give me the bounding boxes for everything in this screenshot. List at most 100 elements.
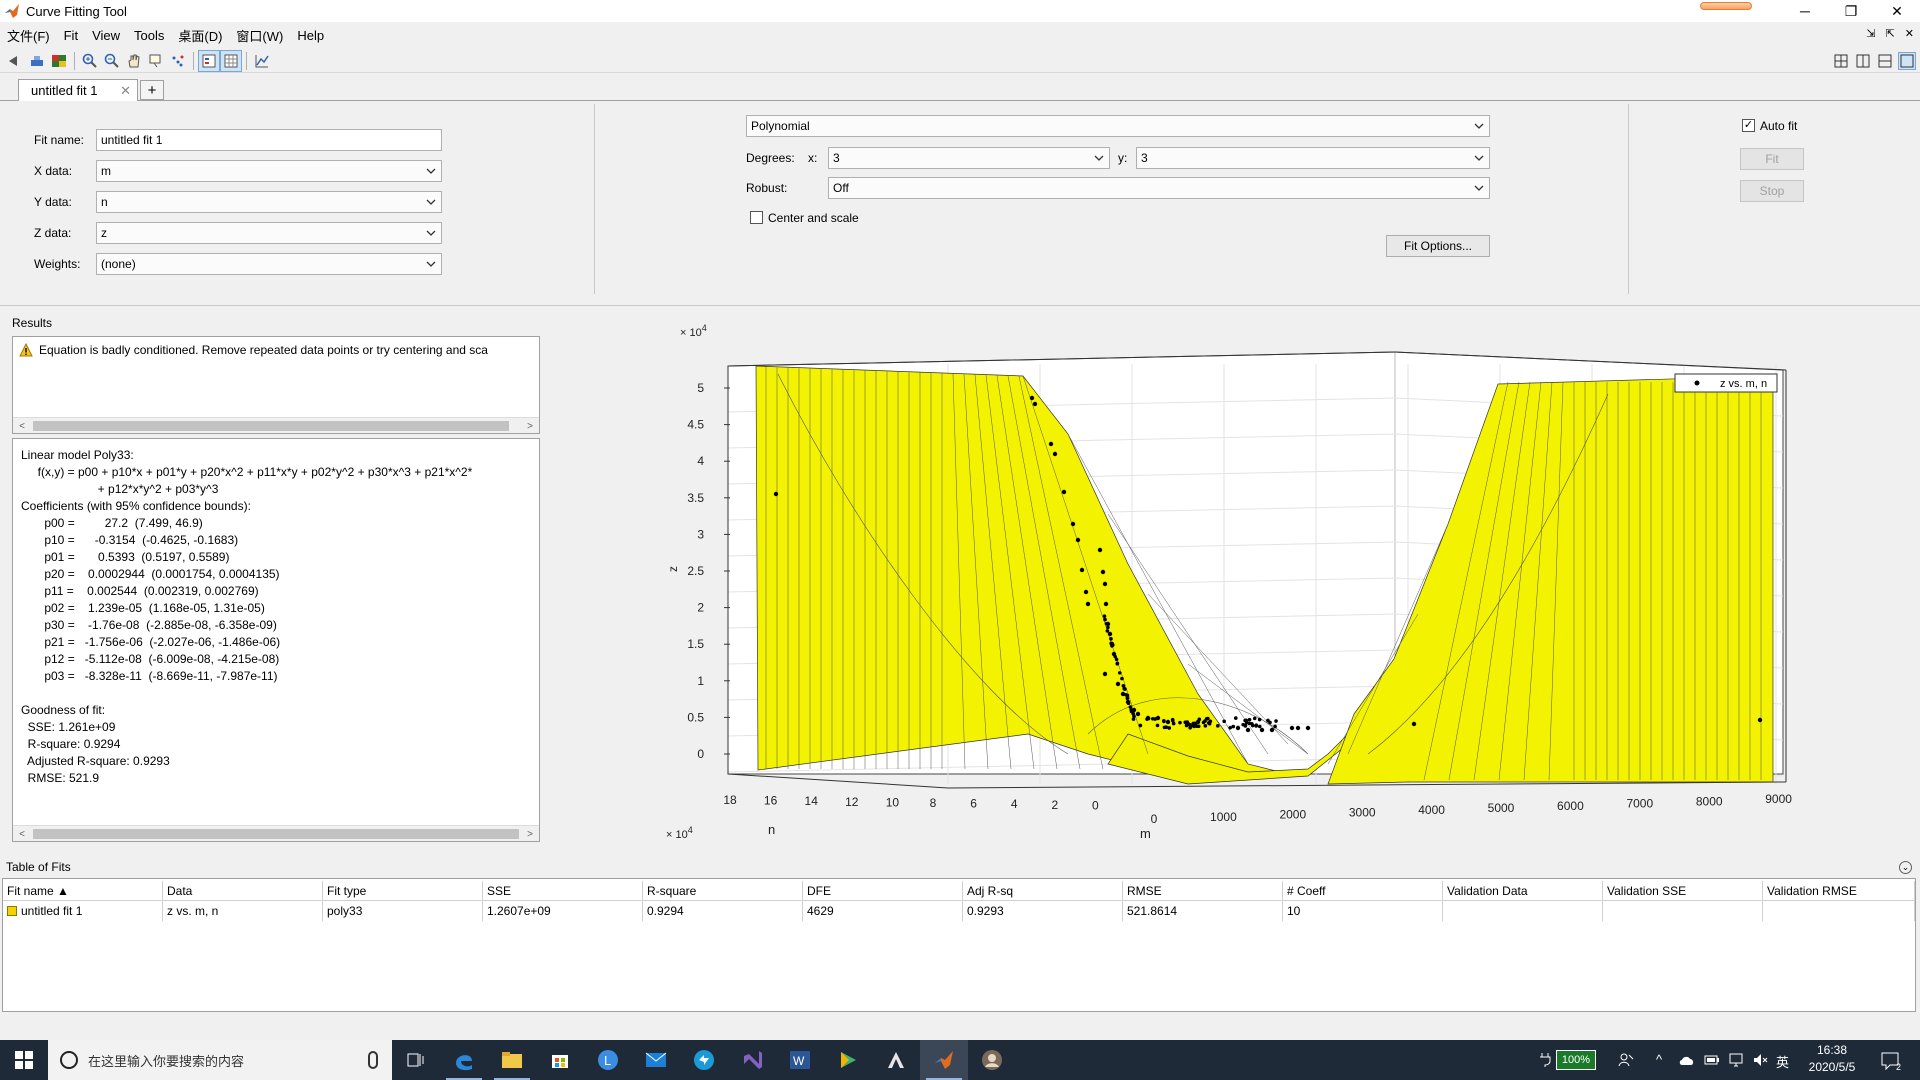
- show-hidden-icons-icon[interactable]: ^: [1656, 1052, 1662, 1067]
- volume-muted-icon[interactable]: [1752, 1052, 1768, 1068]
- column-header-data[interactable]: Data: [163, 881, 323, 901]
- edge-browser-icon[interactable]: [440, 1040, 488, 1080]
- column-header-fit-type[interactable]: Fit type: [323, 881, 483, 901]
- taskbar-search-box[interactable]: 在这里输入你要搜索的内容: [48, 1040, 392, 1080]
- arrow-icon[interactable]: [4, 50, 26, 72]
- results-scrollbar[interactable]: < >: [13, 825, 539, 841]
- fit-button[interactable]: Fit: [1740, 148, 1804, 170]
- task-view-icon[interactable]: [392, 1040, 440, 1080]
- layout-single-icon[interactable]: [1898, 52, 1916, 70]
- user-avatar-icon[interactable]: [968, 1040, 1016, 1080]
- battery-indicator[interactable]: 100%: [1556, 1050, 1596, 1070]
- word-icon[interactable]: W: [776, 1040, 824, 1080]
- legend-icon[interactable]: [198, 50, 220, 72]
- add-tab-button[interactable]: +: [140, 80, 164, 100]
- network-icon[interactable]: [1728, 1052, 1744, 1068]
- column-header-dfe[interactable]: DFE: [803, 881, 963, 901]
- column-header-fit-name[interactable]: Fit name ▲: [3, 881, 163, 901]
- maximize-button[interactable]: ❐: [1828, 0, 1874, 22]
- z-data-dropdown[interactable]: z: [96, 222, 442, 244]
- y-data-dropdown[interactable]: n: [96, 191, 442, 213]
- start-button[interactable]: [0, 1040, 48, 1080]
- layout-grid-icon[interactable]: [1832, 52, 1850, 70]
- grid-icon[interactable]: [220, 50, 242, 72]
- file-explorer-icon[interactable]: [488, 1040, 536, 1080]
- degree-x-dropdown[interactable]: 3: [828, 147, 1110, 169]
- people-icon[interactable]: [1618, 1052, 1634, 1068]
- battery-icon[interactable]: [1704, 1053, 1720, 1067]
- search-icon: [60, 1051, 78, 1069]
- store-icon[interactable]: [536, 1040, 584, 1080]
- column-header-validation-sse[interactable]: Validation SSE: [1603, 881, 1763, 901]
- colormap-icon[interactable]: [48, 50, 70, 72]
- robust-dropdown[interactable]: Off: [828, 177, 1490, 199]
- auto-fit-checkbox[interactable]: ✓: [1742, 119, 1755, 132]
- surface-plot[interactable]: 00.511.522.533.544.55 18 16 14 12 10 8 6 4 2 0 01…: [548, 314, 1920, 852]
- sync-app-icon[interactable]: [680, 1040, 728, 1080]
- column-header-sse[interactable]: SSE: [483, 881, 643, 901]
- mail-icon[interactable]: [632, 1040, 680, 1080]
- tab-close-icon[interactable]: ✕: [120, 83, 131, 99]
- microphone-icon[interactable]: [368, 1051, 378, 1069]
- system-clock[interactable]: 16:38 2020/5/5: [1800, 1042, 1864, 1076]
- center-scale-checkbox[interactable]: [750, 211, 763, 224]
- data-point: [1163, 726, 1167, 730]
- column-header-validation-rmse[interactable]: Validation RMSE: [1763, 881, 1915, 901]
- m-tick-label: 1000: [1210, 810, 1237, 824]
- zoom-out-icon[interactable]: [101, 50, 123, 72]
- fit-type-dropdown[interactable]: Polynomial: [746, 115, 1490, 137]
- scroll-left-icon[interactable]: <: [15, 419, 29, 433]
- column-header-num-coeff[interactable]: # Coeff: [1283, 881, 1443, 901]
- warning-scrollbar[interactable]: < >: [13, 417, 539, 433]
- fit-options-button[interactable]: Fit Options...: [1386, 235, 1490, 257]
- cell-fit-type: poly33: [323, 901, 483, 921]
- stop-button[interactable]: Stop: [1740, 180, 1804, 202]
- table-row[interactable]: untitled fit 1 z vs. m, n poly33 1.2607e…: [3, 901, 1915, 921]
- menu-help[interactable]: Help: [290, 28, 331, 43]
- data-cursor-icon[interactable]: [26, 50, 48, 72]
- dock-icon[interactable]: ⇱: [1886, 27, 1895, 40]
- plot-legend[interactable]: z vs. m, n: [1675, 374, 1777, 392]
- layout-columns-icon[interactable]: [1854, 52, 1872, 70]
- column-header-validation-data[interactable]: Validation Data: [1443, 881, 1603, 901]
- data-tips-icon[interactable]: [145, 50, 167, 72]
- lync-icon[interactable]: L: [584, 1040, 632, 1080]
- menu-window[interactable]: 窗口(W): [229, 26, 290, 45]
- scroll-right-icon[interactable]: >: [523, 827, 537, 841]
- scroll-left-icon[interactable]: <: [15, 827, 29, 841]
- menu-fit[interactable]: Fit: [57, 28, 85, 43]
- close-figure-icon[interactable]: ✕: [1905, 27, 1914, 40]
- column-header-rmse[interactable]: RMSE: [1123, 881, 1283, 901]
- collapse-icon[interactable]: ⌄: [1899, 861, 1912, 874]
- scroll-thumb[interactable]: [33, 421, 509, 431]
- undock-icon[interactable]: ⇲: [1866, 27, 1875, 40]
- autocad-icon[interactable]: [872, 1040, 920, 1080]
- close-button[interactable]: ✕: [1874, 0, 1920, 22]
- weights-dropdown[interactable]: (none): [96, 253, 442, 275]
- x-data-dropdown[interactable]: m: [96, 160, 442, 182]
- zoom-in-icon[interactable]: [79, 50, 101, 72]
- pan-hand-icon[interactable]: [123, 50, 145, 72]
- menu-file[interactable]: 文件(F): [0, 26, 57, 45]
- column-header-r-square[interactable]: R-square: [643, 881, 803, 901]
- menu-tools[interactable]: Tools: [127, 28, 171, 43]
- tab-untitled-fit-1[interactable]: untitled fit 1 ✕: [18, 79, 138, 101]
- fit-name-input[interactable]: untitled fit 1: [96, 129, 442, 151]
- matlab-taskbar-icon[interactable]: [920, 1040, 968, 1080]
- scroll-right-icon[interactable]: >: [523, 419, 537, 433]
- scroll-thumb[interactable]: [33, 829, 519, 839]
- exclude-outliers-icon[interactable]: [167, 50, 189, 72]
- media-player-icon[interactable]: [824, 1040, 872, 1080]
- table-of-fits-title: Table of Fits: [6, 860, 71, 874]
- column-header-adj-r-sq[interactable]: Adj R-sq: [963, 881, 1123, 901]
- layout-rows-icon[interactable]: [1876, 52, 1894, 70]
- cloud-icon[interactable]: [1678, 1053, 1696, 1067]
- menu-desktop[interactable]: 桌面(D): [171, 26, 229, 45]
- minimize-button[interactable]: ─: [1782, 0, 1828, 22]
- results-line: Goodness of fit:: [21, 703, 105, 717]
- axes-limits-icon[interactable]: [251, 50, 273, 72]
- visual-studio-icon[interactable]: [728, 1040, 776, 1080]
- degree-y-dropdown[interactable]: 3: [1136, 147, 1490, 169]
- input-method-indicator[interactable]: 英: [1776, 1052, 1789, 1071]
- menu-view[interactable]: View: [85, 28, 127, 43]
